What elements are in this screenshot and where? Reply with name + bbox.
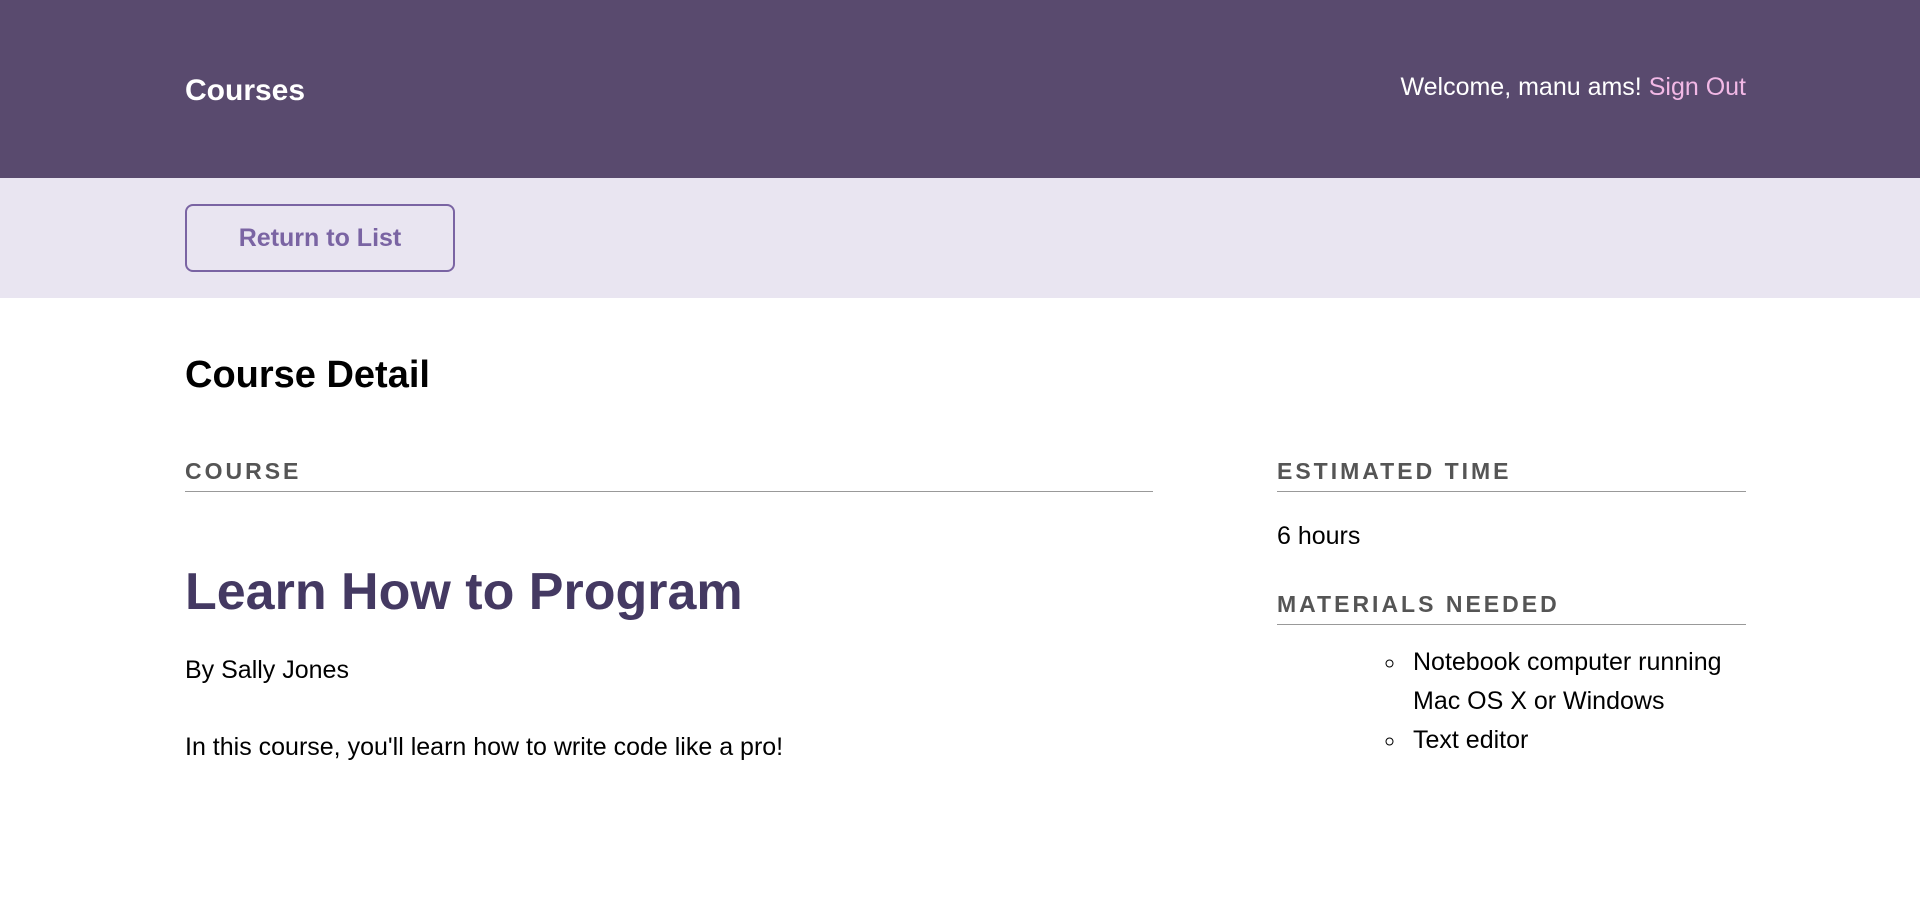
materials-list: Notebook computer running Mac OS X or Wi…: [1277, 643, 1746, 760]
course-author: By Sally Jones: [185, 656, 349, 684]
course-section: Course Learn How to Program By Sally Jon…: [185, 458, 1153, 762]
page-title: Course Detail: [185, 354, 430, 396]
materials-needed-label: Materials Needed: [1277, 591, 1746, 625]
list-item: Notebook computer running Mac OS X or Wi…: [1407, 643, 1746, 721]
return-to-list-button[interactable]: Return to List: [185, 204, 455, 272]
welcome-text: Welcome, manu ams!: [1400, 73, 1642, 101]
estimated-time-label: Estimated Time: [1277, 458, 1746, 492]
course-stats-sidebar: Estimated Time 6 hours Materials Needed …: [1277, 458, 1746, 760]
top-header: Courses Welcome, manu ams! Sign Out: [0, 0, 1920, 178]
brand-title[interactable]: Courses: [185, 74, 305, 108]
course-description: In this course, you'll learn how to writ…: [185, 733, 784, 761]
course-detail-main: Course Detail Course Learn How to Progra…: [0, 298, 1920, 904]
user-area: Welcome, manu ams! Sign Out: [1400, 73, 1746, 102]
course-section-label: Course: [185, 458, 1153, 492]
list-item: Text editor: [1407, 721, 1746, 760]
estimated-time-value: 6 hours: [1277, 522, 1361, 550]
actions-bar: Return to List: [0, 178, 1920, 298]
course-title: Learn How to Program: [185, 563, 743, 621]
sign-out-link[interactable]: Sign Out: [1649, 73, 1746, 101]
